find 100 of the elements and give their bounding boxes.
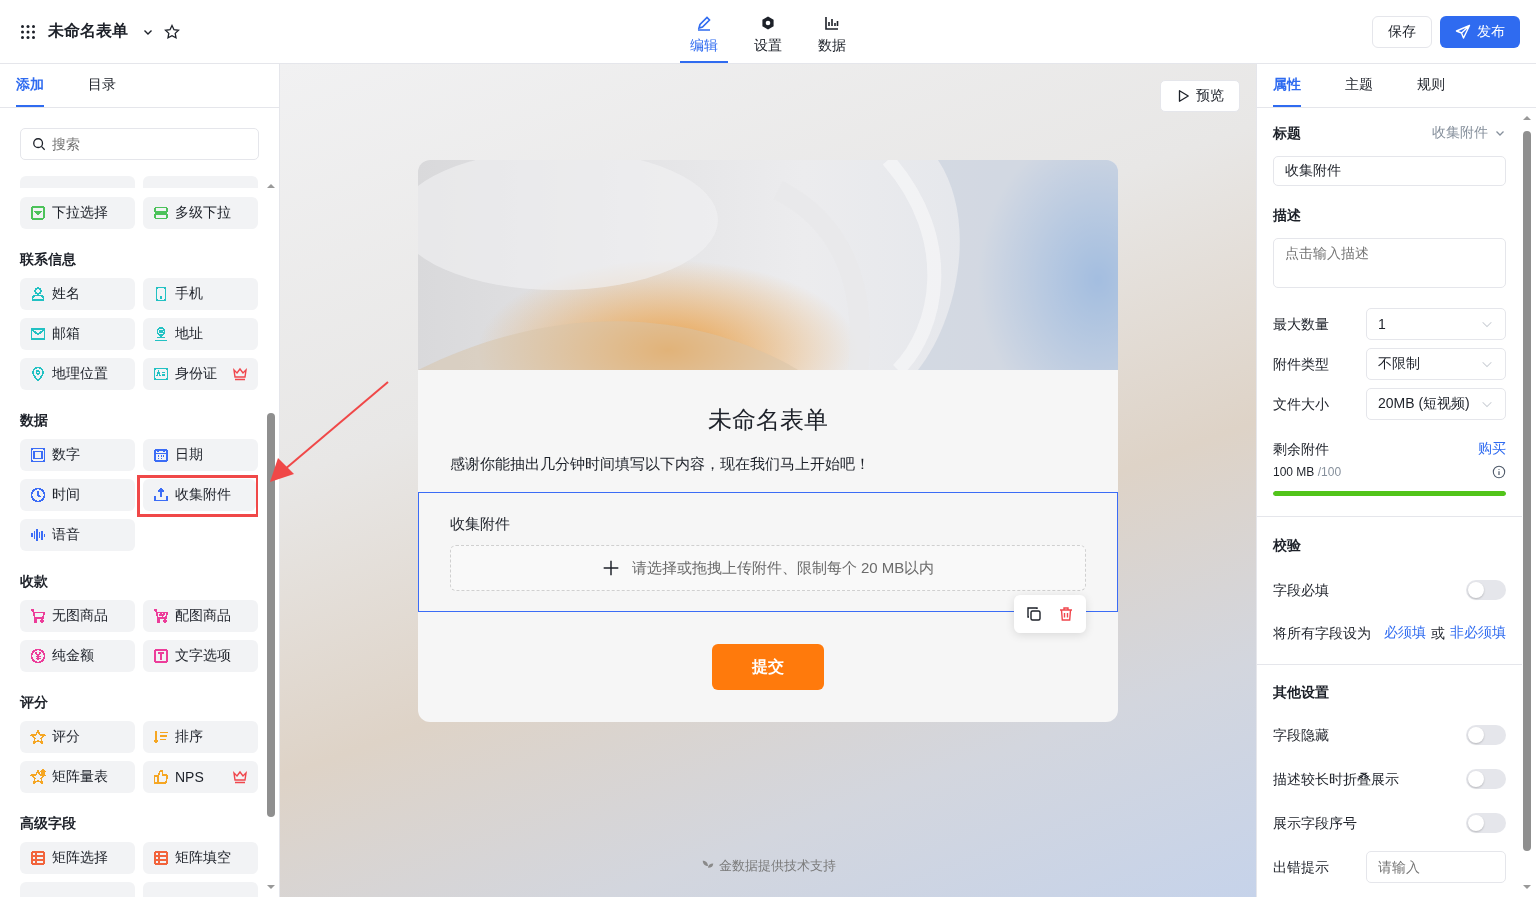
tile-label: 身份证 bbox=[175, 365, 218, 383]
field-tile[interactable]: 纯金额 bbox=[20, 640, 135, 672]
setting-label: 将所有字段设为 bbox=[1273, 624, 1371, 642]
field-tile[interactable]: 数字 bbox=[20, 439, 135, 471]
toggle-switch[interactable] bbox=[1466, 725, 1506, 745]
scroll-down-icon[interactable] bbox=[266, 882, 276, 892]
section-heading: 高级字段 bbox=[20, 814, 77, 833]
field-tile[interactable]: NPS bbox=[143, 761, 258, 793]
field-tile[interactable]: 无图商品 bbox=[20, 600, 135, 632]
tile-label: 无图商品 bbox=[52, 607, 109, 625]
tile-label: 手机 bbox=[175, 285, 204, 303]
field-tile[interactable]: 文字选项 bbox=[143, 640, 258, 672]
apps-grid-icon[interactable] bbox=[20, 23, 36, 40]
field-tile[interactable]: 邮箱 bbox=[20, 318, 135, 350]
quota-reading: 100 MB /100 bbox=[1273, 464, 1342, 481]
panel-tab[interactable]: 主题 bbox=[1345, 64, 1373, 107]
setting-label: 字段必填 bbox=[1273, 581, 1329, 599]
form-heading: 未命名表单 bbox=[708, 405, 828, 435]
scroll-up-icon[interactable] bbox=[266, 181, 276, 191]
search-field[interactable]: 搜索 bbox=[20, 128, 259, 160]
field-tile[interactable]: 配图商品 bbox=[143, 600, 258, 632]
info-icon[interactable] bbox=[1492, 465, 1506, 479]
panel-tab[interactable]: 属性 bbox=[1273, 64, 1301, 107]
optional-link[interactable]: 非必须填 bbox=[1450, 624, 1506, 642]
setting-label: 最大数量 bbox=[1273, 315, 1329, 333]
save-button[interactable]: 保存 bbox=[1372, 15, 1432, 48]
section-heading: 其他设置 bbox=[1273, 683, 1330, 701]
plus-icon bbox=[601, 559, 620, 577]
error-hint-input[interactable]: 请输入 bbox=[1366, 851, 1506, 883]
star-icon[interactable] bbox=[164, 23, 180, 40]
scroll-down-icon[interactable] bbox=[1522, 882, 1532, 892]
tile-label: 纯金额 bbox=[52, 647, 95, 665]
tile-label: 排序 bbox=[175, 728, 204, 746]
tile-label: 收集附件 bbox=[175, 486, 232, 504]
field-tile[interactable]: 收集附件 bbox=[143, 479, 256, 511]
buy-link[interactable]: 购买 bbox=[1478, 440, 1506, 458]
toggle-switch[interactable] bbox=[1466, 813, 1506, 833]
title-input[interactable]: 收集附件 bbox=[1273, 156, 1506, 186]
section-heading: 联系信息 bbox=[20, 250, 77, 269]
trash-icon[interactable] bbox=[1058, 606, 1074, 622]
scroll-up-icon[interactable] bbox=[1522, 113, 1532, 123]
field-tile[interactable]: 地址 bbox=[143, 318, 258, 350]
pencil-icon bbox=[696, 14, 712, 31]
panel-tab[interactable]: 添加 bbox=[16, 64, 44, 107]
select-field[interactable]: 不限制 bbox=[1366, 348, 1506, 380]
tile-label: 矩阵选择 bbox=[52, 849, 109, 867]
field-tile[interactable]: 矩阵量表 bbox=[20, 761, 135, 793]
section-heading: 数据 bbox=[20, 411, 49, 430]
setting-label: 字段隐藏 bbox=[1273, 726, 1329, 744]
section-heading: 收款 bbox=[20, 572, 49, 591]
select-field[interactable]: 20MB (短视频) bbox=[1366, 388, 1506, 420]
field-tile[interactable]: 时间 bbox=[20, 479, 135, 511]
or-text: 或 bbox=[1431, 624, 1445, 642]
field-heading: 描述 bbox=[1273, 206, 1302, 224]
field-tile[interactable]: 姓名 bbox=[20, 278, 135, 310]
tile-label: 多级下拉 bbox=[175, 204, 232, 222]
nav-tab[interactable]: 数据 bbox=[808, 0, 856, 63]
tile-label: 地理位置 bbox=[52, 365, 109, 383]
setting-label: 文件大小 bbox=[1273, 395, 1329, 413]
field-tile[interactable]: 语音 bbox=[20, 519, 135, 551]
copy-icon[interactable] bbox=[1026, 606, 1042, 622]
tile-label: 矩阵量表 bbox=[52, 768, 109, 786]
search-icon bbox=[32, 137, 46, 151]
select-field[interactable]: 1 bbox=[1366, 308, 1506, 340]
setting-label: 附件类型 bbox=[1273, 355, 1329, 373]
setting-label: 描述较长时折叠展示 bbox=[1273, 770, 1399, 788]
field-tile[interactable]: 矩阵填空 bbox=[143, 842, 258, 874]
tile-label: 下拉选择 bbox=[52, 204, 109, 222]
field-tile[interactable]: 地理位置 bbox=[20, 358, 135, 390]
footer-text: 金数据提供技术支持 bbox=[718, 857, 836, 875]
description-input[interactable]: 点击输入描述 bbox=[1273, 238, 1506, 288]
field-label: 收集附件 bbox=[450, 514, 511, 534]
field-tile[interactable]: 手机 bbox=[143, 278, 258, 310]
tile-label: 日期 bbox=[175, 446, 204, 464]
send-icon bbox=[1455, 23, 1471, 40]
field-tile[interactable]: 日期 bbox=[143, 439, 258, 471]
field-tile[interactable]: 评分 bbox=[20, 721, 135, 753]
setting-label: 展示字段序号 bbox=[1273, 814, 1357, 832]
bar-chart-icon bbox=[824, 14, 840, 31]
form-description: 感谢你能抽出几分钟时间填写以下内容，现在我们马上开始吧！ bbox=[450, 454, 870, 474]
section-heading: 评分 bbox=[20, 693, 49, 712]
field-tile[interactable]: 矩阵选择 bbox=[20, 842, 135, 874]
setting-label: 出错提示 bbox=[1273, 858, 1329, 876]
tile-label: 矩阵填空 bbox=[175, 849, 232, 867]
nav-tab[interactable]: 设置 bbox=[744, 0, 792, 63]
field-tile[interactable]: 多级下拉 bbox=[143, 197, 258, 229]
toggle-switch[interactable] bbox=[1466, 769, 1506, 789]
required-link[interactable]: 必须填 bbox=[1384, 624, 1426, 642]
toggle-switch[interactable] bbox=[1466, 580, 1506, 600]
panel-tab[interactable]: 规则 bbox=[1417, 64, 1445, 107]
field-tile[interactable]: 下拉选择 bbox=[20, 197, 135, 229]
preview-button[interactable]: 预览 bbox=[1160, 80, 1240, 112]
tile-label: 语音 bbox=[52, 526, 81, 544]
field-tile[interactable]: 身份证 bbox=[143, 358, 258, 390]
tile-label: 邮箱 bbox=[52, 325, 81, 343]
panel-tab[interactable]: 目录 bbox=[88, 64, 116, 107]
tile-label: 配图商品 bbox=[175, 607, 232, 625]
upload-area[interactable]: 请选择或拖拽上传附件、限制每个 20 MB以内 bbox=[450, 545, 1086, 591]
publish-button[interactable]: 发布 bbox=[1440, 15, 1520, 48]
field-tile[interactable]: 排序 bbox=[143, 721, 258, 753]
